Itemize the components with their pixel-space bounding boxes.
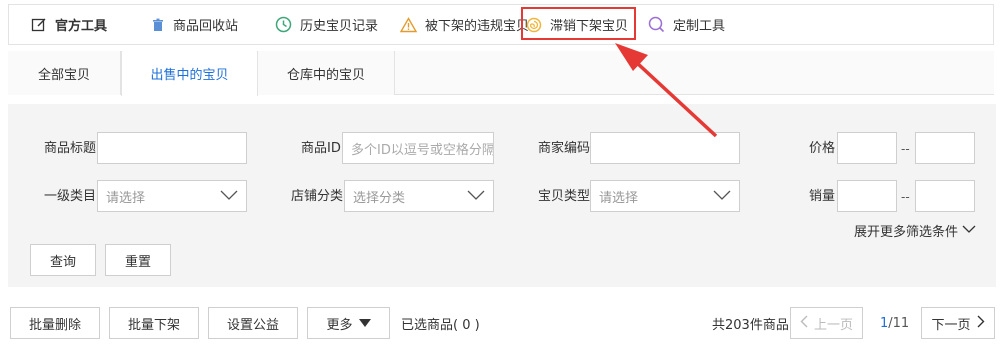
total-count: 共203件商品 <box>712 317 789 333</box>
tool-bar: 官方工具 商品回收站 历史宝贝记录 被下架的违规宝贝 滞销下架宝贝 定制工具 <box>8 4 994 45</box>
violation-items-label: 被下架的违规宝贝 <box>425 19 530 34</box>
sales-label: 销量 <box>809 189 836 204</box>
title-label: 商品标题 <box>44 141 97 156</box>
price-min-input[interactable] <box>837 132 897 164</box>
more-button-label: 更多 <box>326 317 353 333</box>
caret-down-icon <box>358 316 371 331</box>
recycle-bin-link[interactable]: 商品回收站 <box>151 5 238 44</box>
filter-panel: 商品标题 商品ID 多个ID以逗号或空格分隔 商家编码 价格 -- 一级类目 请… <box>8 104 996 287</box>
total-pages: /11 <box>888 315 910 331</box>
item-tabs: 全部宝贝 出售中的宝贝 仓库中的宝贝 <box>8 51 994 96</box>
edit-icon <box>31 17 47 33</box>
title-input[interactable] <box>97 132 247 164</box>
custom-tools-label: 定制工具 <box>673 19 726 34</box>
warning-icon <box>400 16 417 33</box>
more-button[interactable]: 更多 <box>307 307 390 339</box>
next-page-button[interactable]: 下一页 <box>921 307 995 339</box>
custom-tools-link[interactable]: 定制工具 <box>648 5 725 44</box>
expand-filters-label: 展开更多筛选条件 <box>853 225 958 240</box>
trash-icon <box>151 18 165 32</box>
recycle-bin-label: 商品回收站 <box>173 19 239 34</box>
official-tools-label: 官方工具 <box>55 19 108 34</box>
selected-count: 已选商品( 0 ) <box>401 317 480 333</box>
prev-page-button[interactable]: 上一页 <box>790 307 863 339</box>
batch-offshelf-button[interactable]: 批量下架 <box>109 307 199 339</box>
chevron-right-icon <box>977 315 985 332</box>
tab-on-sale[interactable]: 出售中的宝贝 <box>121 51 258 96</box>
item-type-select[interactable]: 请选择 <box>590 180 740 212</box>
history-records-link[interactable]: 历史宝贝记录 <box>275 5 378 44</box>
price-label: 价格 <box>809 141 836 156</box>
item-id-label: 商品ID <box>301 141 341 156</box>
search-icon <box>648 16 665 33</box>
highlight-box <box>521 7 636 40</box>
current-page: 1 <box>880 315 889 331</box>
page-indicator: 1 /11 <box>880 307 909 339</box>
category-placeholder: 请选择 <box>106 190 146 206</box>
price-range-separator: -- <box>901 142 910 156</box>
chevron-down-icon <box>220 189 238 204</box>
shop-category-placeholder: 选择分类 <box>353 190 406 206</box>
chevron-down-icon <box>713 189 731 204</box>
set-charity-button[interactable]: 设置公益 <box>208 307 298 339</box>
next-page-label: 下一页 <box>931 317 971 333</box>
category-label: 一级类目 <box>44 189 97 204</box>
item-type-label: 宝贝类型 <box>538 189 591 204</box>
shop-category-label: 店铺分类 <box>291 189 344 204</box>
category-select[interactable]: 请选择 <box>97 180 247 212</box>
merchant-code-label: 商家编码 <box>538 141 591 156</box>
price-max-input[interactable] <box>915 132 975 164</box>
shop-category-select[interactable]: 选择分类 <box>344 180 494 212</box>
tab-all-items[interactable]: 全部宝贝 <box>8 51 121 95</box>
expand-filters-link[interactable]: 展开更多筛选条件 <box>854 221 976 240</box>
official-tools: 官方工具 <box>31 5 107 44</box>
prev-page-label: 上一页 <box>813 317 853 333</box>
sales-min-input[interactable] <box>837 180 897 212</box>
chevron-down-icon <box>467 189 485 204</box>
chevron-down-icon <box>962 223 976 238</box>
item-id-input[interactable]: 多个ID以逗号或空格分隔 <box>342 132 494 164</box>
chevron-left-icon <box>800 315 808 332</box>
item-type-placeholder: 请选择 <box>599 190 639 206</box>
history-records-label: 历史宝贝记录 <box>300 19 379 34</box>
tab-in-warehouse[interactable]: 仓库中的宝贝 <box>258 51 395 95</box>
sales-range-separator: -- <box>901 190 910 204</box>
search-button[interactable]: 查询 <box>30 244 96 276</box>
batch-delete-button[interactable]: 批量删除 <box>10 307 100 339</box>
item-id-placeholder: 多个ID以逗号或空格分隔 <box>351 142 494 158</box>
tab-on-sale-label: 出售中的宝贝 <box>150 68 229 83</box>
reset-button[interactable]: 重置 <box>105 244 171 276</box>
sales-max-input[interactable] <box>915 180 975 212</box>
clock-icon <box>275 16 292 33</box>
violation-items-link[interactable]: 被下架的违规宝贝 <box>400 5 529 44</box>
merchant-code-input[interactable] <box>590 132 740 164</box>
tab-in-warehouse-label: 仓库中的宝贝 <box>286 67 365 83</box>
tab-all-items-label: 全部宝贝 <box>37 67 90 83</box>
